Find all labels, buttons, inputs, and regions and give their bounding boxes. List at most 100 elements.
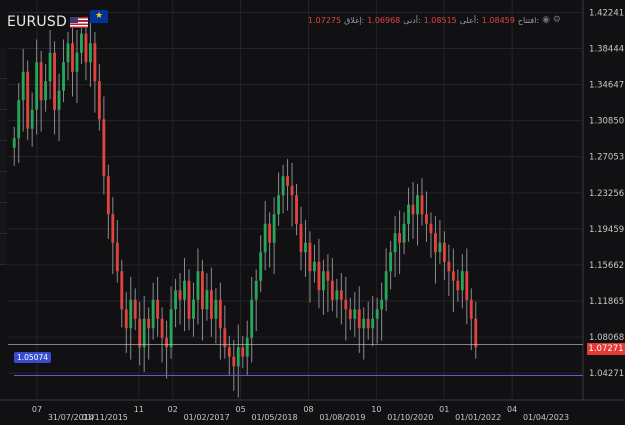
candle — [308, 242, 312, 272]
candle — [214, 299, 218, 319]
candle — [469, 299, 473, 319]
price-tick-label: 1.15662 — [589, 261, 624, 271]
price-tick-label: 1.04271 — [589, 369, 624, 379]
candle — [48, 52, 52, 82]
candle — [456, 280, 460, 291]
candle — [178, 290, 182, 300]
candle — [438, 242, 442, 253]
candle — [429, 223, 433, 234]
candle — [241, 347, 245, 357]
eu-flag-icon: ★ — [90, 10, 108, 23]
candle — [39, 62, 43, 101]
horizontal-line-price-tag[interactable]: 1.05074 — [14, 352, 52, 363]
toolbar-button[interactable] — [0, 110, 7, 141]
candle — [290, 185, 294, 196]
candle — [362, 318, 366, 329]
time-tick-label: 11 — [134, 405, 144, 414]
candle — [93, 43, 97, 82]
symbol-name: EURUSD — [7, 14, 67, 30]
candle — [339, 290, 343, 300]
price-chart[interactable]: 1.42241 1.38444 1.34647 1.30850 1.27053 1.232… — [0, 0, 625, 425]
candle — [183, 280, 186, 300]
candle — [451, 271, 455, 281]
candle — [66, 43, 70, 63]
toolbar-button[interactable] — [0, 203, 7, 234]
low-value: 1.06968 — [367, 15, 401, 25]
candle — [380, 299, 384, 310]
symbol-header[interactable]: EURUSD — [7, 14, 88, 30]
candle — [151, 299, 155, 329]
price-tick-label: 1.27053 — [589, 153, 624, 163]
toolbar-button[interactable] — [0, 141, 7, 172]
candle — [30, 109, 34, 129]
candle — [102, 119, 106, 177]
candle — [97, 81, 101, 120]
candle — [286, 176, 290, 186]
candle — [398, 233, 402, 243]
price-tick-label: 1.23256 — [589, 189, 624, 199]
candle — [106, 176, 110, 215]
candle — [357, 309, 361, 329]
ohlc-readout: 1.07275 إغلاق: 1.06968 أدنى: 1.08515 أعل… — [308, 15, 561, 25]
candle — [402, 223, 406, 243]
price-tick-label: 1.19459 — [589, 225, 624, 235]
candle — [353, 309, 357, 319]
candle — [416, 195, 419, 215]
candle — [236, 347, 240, 367]
candle — [187, 280, 191, 319]
candle — [411, 204, 415, 215]
time-tick-label: 01/02/2017 — [184, 413, 230, 422]
time-tick-label: 10 — [371, 405, 381, 414]
candle — [295, 195, 298, 224]
price-tick-label: 1.30850 — [589, 117, 624, 127]
candle — [209, 290, 213, 319]
candle — [281, 176, 285, 196]
candle — [192, 299, 195, 319]
candle — [200, 271, 204, 310]
candle — [196, 271, 200, 300]
candle — [227, 347, 231, 357]
toolbar-button[interactable] — [0, 48, 7, 79]
candle — [35, 62, 39, 110]
time-tick-label: 01/01/2022 — [455, 413, 501, 422]
toolbar-button[interactable] — [0, 234, 7, 265]
candle — [330, 280, 334, 300]
candle — [156, 299, 160, 319]
candle — [348, 309, 352, 319]
time-tick-label: 05 — [236, 405, 246, 414]
time-tick-label: 01/05/2018 — [251, 413, 297, 422]
time-tick-label: 01 — [439, 405, 449, 414]
candle — [133, 299, 137, 319]
time-tick-label: 01/08/2019 — [319, 413, 365, 422]
candle — [12, 138, 16, 148]
time-tick-label: 04 — [507, 405, 517, 414]
candle — [254, 280, 258, 300]
settings-icon[interactable]: ⚙ — [553, 15, 561, 25]
candle — [218, 299, 222, 329]
candle — [375, 309, 379, 319]
toolbar-button[interactable] — [0, 79, 7, 110]
candle — [433, 233, 437, 253]
time-tick-label: 02 — [168, 405, 178, 414]
candle — [115, 242, 119, 272]
left-drawing-toolbar — [0, 48, 8, 268]
time-tick-label: 01/04/2023 — [523, 413, 569, 422]
candle — [447, 261, 451, 272]
eye-icon[interactable]: ◉ — [542, 15, 550, 25]
candle — [21, 71, 25, 101]
candle — [111, 214, 115, 243]
candle — [371, 318, 375, 329]
candle — [245, 337, 249, 357]
us-flag-icon — [69, 16, 88, 28]
candle — [120, 271, 124, 310]
candle — [442, 242, 446, 262]
candle — [62, 62, 65, 91]
candle — [80, 33, 83, 53]
candle — [425, 214, 428, 224]
toolbar-button[interactable] — [0, 172, 7, 203]
candle — [304, 242, 307, 253]
open-label: افتتاح: — [517, 15, 540, 25]
candle — [299, 223, 303, 253]
candle — [277, 195, 281, 215]
candle — [44, 81, 48, 101]
